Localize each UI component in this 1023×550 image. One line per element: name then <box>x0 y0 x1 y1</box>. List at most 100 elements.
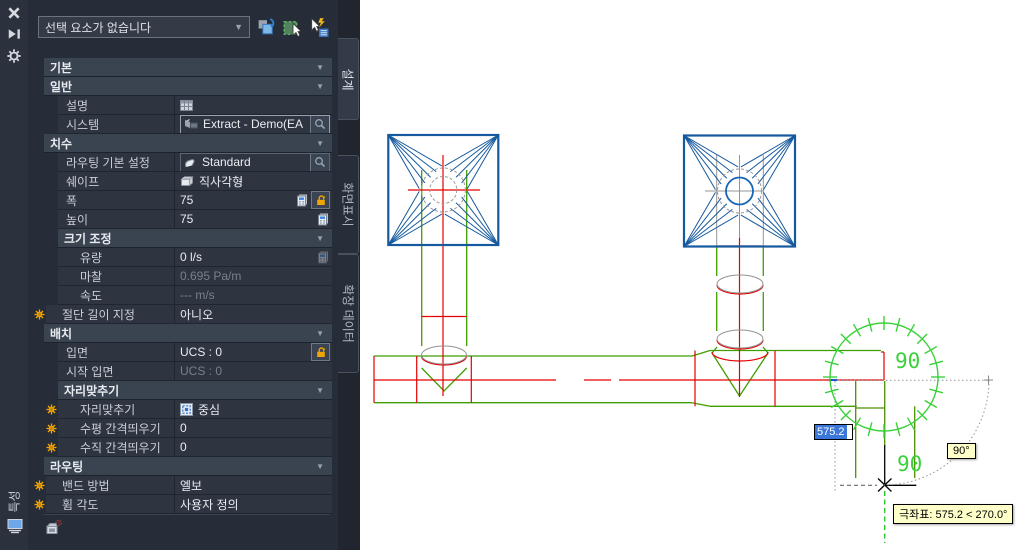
gear-icon[interactable] <box>7 49 21 63</box>
divider <box>44 514 330 515</box>
section-label: 기본 <box>50 60 73 75</box>
chevron-down-icon: ▼ <box>316 62 324 72</box>
angle-tooltip: 90° <box>947 443 976 459</box>
value-text: UCS : 0 <box>180 364 223 378</box>
calculator-icon[interactable] <box>317 251 330 264</box>
unlock-icon[interactable] <box>311 343 330 361</box>
shape-icon <box>180 175 194 187</box>
property-value[interactable]: --- m/s <box>175 286 332 304</box>
search-icon[interactable] <box>310 115 329 133</box>
property-row: 쉐이프 직사각형 <box>58 172 332 191</box>
tab-display[interactable]: 화면표시 <box>338 155 359 254</box>
fitting-ellipses <box>421 155 764 365</box>
tab-extended-data[interactable]: 확장 데이터 <box>338 254 359 373</box>
property-value[interactable]: UCS : 0 <box>175 343 332 361</box>
property-value[interactable]: Standard <box>175 153 332 171</box>
property-row: 유량 0 l/s <box>58 248 332 267</box>
search-icon[interactable] <box>310 153 329 171</box>
property-label: 수평 간격띄우기 <box>58 419 175 437</box>
value-text: 0 <box>180 440 187 454</box>
property-value[interactable]: 엘보 <box>175 476 332 494</box>
drawing-area[interactable]: 90 90 575.2 90° 극좌표: 575.2 < 270.0° <box>360 0 1023 550</box>
chevron-down-icon: ▼ <box>316 328 324 338</box>
property-label: 속도 <box>58 286 175 304</box>
property-row: 자리맞추기 중심 <box>46 400 332 419</box>
property-label: 휨 각도 <box>46 495 175 513</box>
property-label: 폭 <box>58 191 175 209</box>
tab-design[interactable]: 설계 <box>338 38 359 120</box>
value-box[interactable]: Extract - Demo(EA <box>180 115 330 133</box>
property-value[interactable] <box>175 96 332 114</box>
dynamic-input-field[interactable]: 575.2 <box>814 424 853 440</box>
property-value[interactable]: 사용자 정의 <box>175 495 332 513</box>
style-override-icon <box>34 309 45 320</box>
property-label: 수직 간격띄우기 <box>58 438 175 456</box>
value-text: 0.695 Pa/m <box>180 269 242 283</box>
property-value[interactable]: 0 <box>175 419 332 437</box>
dimension-text-bottom: 90 <box>897 452 922 476</box>
palette-display-icon[interactable] <box>7 518 24 534</box>
property-row: 마찰 0.695 Pa/m <box>58 267 332 286</box>
value-text: 75 <box>180 212 194 226</box>
property-value[interactable]: 75 <box>175 191 332 209</box>
dynamic-input-value: 575.2 <box>815 425 847 439</box>
quick-select-icon[interactable] <box>306 16 330 39</box>
calculator-icon[interactable] <box>317 213 330 226</box>
chevron-down-icon: ▼ <box>234 22 243 32</box>
property-value[interactable]: 75 <box>175 210 332 228</box>
property-row: 수평 간격띄우기 0 <box>46 419 332 438</box>
property-value[interactable]: 0 l/s <box>175 248 332 266</box>
section-header-9[interactable]: 크기 조정 ▼ <box>58 229 332 248</box>
value-text: Standard <box>202 155 251 169</box>
property-value[interactable]: 중심 <box>175 400 332 418</box>
property-value[interactable]: 아니오 <box>175 305 332 323</box>
close-icon[interactable] <box>7 6 21 20</box>
section-header-21[interactable]: 라우팅 ▼ <box>44 457 332 476</box>
property-row: 라우팅 기본 설정 Standard <box>58 153 332 172</box>
property-value[interactable]: UCS : 0 <box>175 362 332 380</box>
chevron-down-icon: ▼ <box>316 138 324 148</box>
property-value[interactable]: 0 <box>175 438 332 456</box>
property-row: 시작 입면 UCS : 0 <box>58 362 332 381</box>
property-row: 시스템 Extract - Demo(EA <box>58 115 332 134</box>
property-label: 시스템 <box>58 115 175 133</box>
style-override-icon <box>34 499 45 510</box>
selection-dropdown[interactable]: 선택 요소가 없습니다 ▼ <box>38 16 250 38</box>
section-label: 일반 <box>50 79 73 94</box>
autohide-pin-icon[interactable] <box>7 27 21 41</box>
property-row: 휨 각도 사용자 정의 <box>34 495 332 514</box>
section-label: 크기 조정 <box>64 231 112 246</box>
duct-centerlines <box>373 155 885 407</box>
properties-palette: 선택 요소가 없습니다 ▼ 기본 ▼ 일반 ▼ 설명 시스템 Extract - Demo(… <box>28 0 339 550</box>
style-override-icon <box>46 442 57 453</box>
value-text: 0 <box>180 421 187 435</box>
property-value[interactable]: 0.695 Pa/m <box>175 267 332 285</box>
property-label: 쉐이프 <box>58 172 175 190</box>
preview-toggle-icon[interactable] <box>45 519 63 536</box>
pickadd-toggle-icon[interactable] <box>255 16 279 39</box>
select-objects-icon[interactable] <box>280 16 304 39</box>
property-row: 밴드 방법 엘보 <box>34 476 332 495</box>
property-row: 설명 <box>58 96 332 115</box>
property-value[interactable]: Extract - Demo(EA <box>175 115 332 133</box>
cad-canvas[interactable]: 90 90 <box>360 0 1023 550</box>
property-label: 시작 입면 <box>58 362 175 380</box>
calculator-icon[interactable] <box>296 194 309 207</box>
property-value[interactable]: 직사각형 <box>175 172 332 190</box>
unlock-icon[interactable] <box>311 191 330 209</box>
property-row: 절단 길이 지정 아니오 <box>34 305 332 324</box>
palette-titlebar: 특성 <box>0 0 29 550</box>
property-row: 입면 UCS : 0 <box>58 343 332 362</box>
section-header-14[interactable]: 배치 ▼ <box>44 324 332 343</box>
property-label: 높이 <box>58 210 175 228</box>
chevron-down-icon: ▼ <box>316 461 324 471</box>
section-label: 라우팅 <box>50 459 84 474</box>
section-header-1[interactable]: 일반 ▼ <box>44 77 332 96</box>
table-icon <box>180 99 193 111</box>
section-header-17[interactable]: 자리맞추기 ▼ <box>58 381 332 400</box>
property-label: 라우팅 기본 설정 <box>58 153 175 171</box>
value-box[interactable]: Standard <box>180 153 330 171</box>
section-label: 자리맞추기 <box>64 383 120 398</box>
section-header-0[interactable]: 기본 ▼ <box>44 58 332 77</box>
section-header-4[interactable]: 치수 ▼ <box>44 134 332 153</box>
